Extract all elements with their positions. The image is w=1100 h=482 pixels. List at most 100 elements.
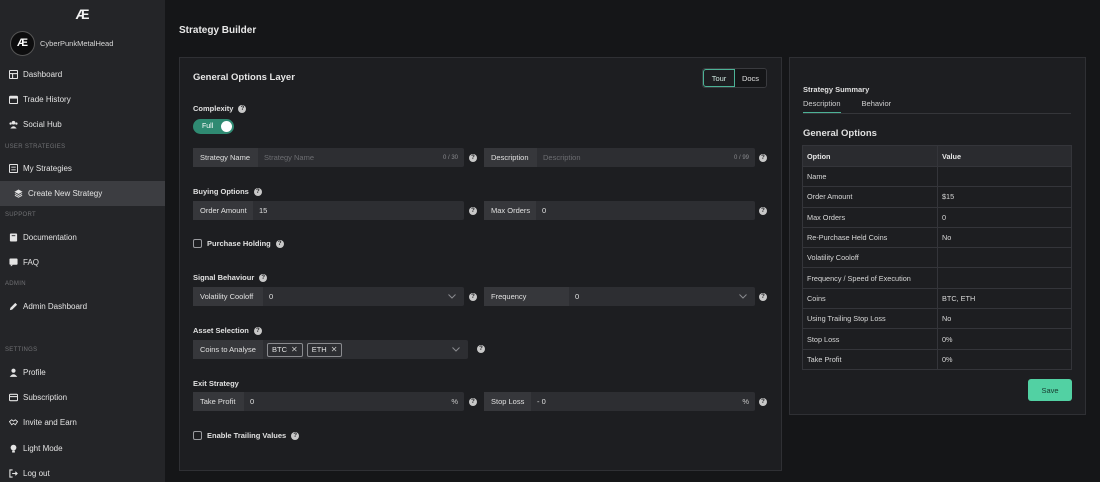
section-label-user-strategies: USER STRATEGIES bbox=[5, 144, 66, 150]
help-icon[interactable]: ? bbox=[469, 293, 477, 301]
value-cell: No bbox=[937, 226, 1072, 249]
description-label: Description bbox=[484, 148, 537, 167]
description-input[interactable] bbox=[537, 148, 734, 167]
help-icon[interactable]: ? bbox=[477, 345, 485, 353]
value-cell: 0 bbox=[937, 206, 1072, 228]
coin-tag-eth: ETH ✕ bbox=[306, 342, 343, 357]
sidebar-item-label: Documentation bbox=[23, 233, 77, 242]
buying-options-label-text: Buying Options bbox=[193, 187, 249, 196]
value-cell bbox=[937, 247, 1072, 269]
list-icon bbox=[9, 164, 18, 173]
table-row: Frequency / Speed of Execution bbox=[802, 267, 1072, 289]
complexity-toggle-value: Full bbox=[202, 123, 214, 130]
value-cell: 0% bbox=[937, 328, 1072, 350]
option-cell: Using Trailing Stop Loss bbox=[802, 308, 938, 330]
page-title: Strategy Builder bbox=[179, 25, 257, 36]
option-cell: Stop Loss bbox=[802, 328, 938, 350]
summary-title: Strategy Summary bbox=[803, 85, 870, 94]
asset-selection-label: Asset Selection ? bbox=[193, 326, 262, 335]
strategy-name-field: Strategy Name 0 / 30 bbox=[193, 148, 464, 167]
chevron-down-icon bbox=[739, 287, 755, 306]
sidebar-item-label: Subscription bbox=[23, 393, 68, 402]
table-row: Using Trailing Stop Loss No bbox=[802, 308, 1072, 330]
help-icon[interactable]: ? bbox=[759, 154, 767, 162]
tab-description[interactable]: Description bbox=[803, 99, 841, 113]
sidebar-item-label: Admin Dashboard bbox=[23, 302, 88, 311]
app-logo[interactable]: Æ bbox=[0, 6, 165, 22]
purchase-holding-checkbox[interactable] bbox=[193, 239, 202, 248]
help-icon[interactable]: ? bbox=[275, 239, 284, 248]
help-icon[interactable]: ? bbox=[759, 207, 767, 215]
remove-tag-icon[interactable]: ✕ bbox=[291, 345, 298, 354]
user-profile[interactable]: Æ CyberPunkMetalHead bbox=[10, 30, 113, 56]
sidebar-item-social-hub[interactable]: Social Hub bbox=[0, 112, 165, 137]
sidebar-item-label: Light Mode bbox=[23, 444, 63, 453]
sidebar-item-create-new-strategy[interactable]: Create New Strategy bbox=[0, 181, 165, 206]
stop-loss-input[interactable] bbox=[531, 392, 743, 411]
table-row: Max Orders 0 bbox=[802, 206, 1072, 228]
take-profit-label: Take Profit bbox=[193, 392, 244, 411]
sidebar-item-admin-dashboard[interactable]: Admin Dashboard bbox=[0, 294, 165, 319]
sidebar-item-faq[interactable]: FAQ bbox=[0, 250, 165, 275]
frequency-value: 0 bbox=[575, 292, 580, 301]
help-icon[interactable]: ? bbox=[253, 187, 262, 196]
help-icon[interactable]: ? bbox=[469, 207, 477, 215]
toggle-knob bbox=[221, 121, 232, 132]
asset-selection-label-text: Asset Selection bbox=[193, 326, 249, 335]
sidebar-item-documentation[interactable]: Documentation bbox=[0, 225, 165, 250]
option-cell: Order Amount bbox=[802, 186, 938, 208]
help-icon[interactable]: ? bbox=[759, 293, 767, 301]
volatility-cooloff-select[interactable]: Volatility Cooloff 0 bbox=[193, 287, 464, 306]
docs-button[interactable]: Docs bbox=[735, 69, 766, 87]
tour-button[interactable]: Tour bbox=[703, 69, 735, 87]
help-icon[interactable]: ? bbox=[469, 398, 477, 406]
tour-docs-button-group: Tour Docs bbox=[702, 68, 767, 88]
max-orders-input[interactable] bbox=[536, 201, 755, 220]
sidebar-item-dashboard[interactable]: Dashboard bbox=[0, 62, 165, 87]
trailing-values-checkbox[interactable] bbox=[193, 431, 202, 440]
frequency-select[interactable]: Frequency 0 bbox=[484, 287, 755, 306]
description-counter: 0 / 99 bbox=[733, 154, 749, 161]
section-label-support: SUPPORT bbox=[5, 212, 36, 218]
table-row: Coins BTC, ETH bbox=[802, 287, 1072, 310]
sidebar-item-trade-history[interactable]: Trade History bbox=[0, 87, 165, 112]
remove-tag-icon[interactable]: ✕ bbox=[331, 345, 338, 354]
sidebar-item-log-out[interactable]: Log out bbox=[0, 461, 165, 482]
complexity-label: Complexity ? bbox=[193, 104, 247, 113]
table-row: Volatility Cooloff bbox=[802, 247, 1072, 269]
help-icon[interactable]: ? bbox=[253, 326, 262, 335]
help-icon[interactable]: ? bbox=[259, 273, 268, 282]
strategy-name-input[interactable] bbox=[258, 148, 443, 167]
summary-table: Option Value Name Order Amount $15 Max Or… bbox=[802, 145, 1072, 370]
buying-options-label: Buying Options ? bbox=[193, 187, 262, 196]
help-icon[interactable]: ? bbox=[469, 154, 477, 162]
max-orders-field: Max Orders bbox=[484, 201, 755, 220]
stop-loss-label: Stop Loss bbox=[484, 392, 531, 411]
section-label-admin: ADMIN bbox=[5, 281, 26, 287]
help-icon[interactable]: ? bbox=[238, 104, 247, 113]
complexity-toggle[interactable]: Full bbox=[193, 119, 234, 134]
tab-behavior[interactable]: Behavior bbox=[862, 99, 892, 113]
option-cell: Name bbox=[802, 165, 938, 188]
sidebar-item-label: My Strategies bbox=[23, 164, 72, 173]
layers-icon bbox=[14, 189, 23, 198]
save-button[interactable]: Save bbox=[1028, 379, 1072, 401]
sidebar-item-profile[interactable]: Profile bbox=[0, 360, 165, 385]
sidebar-item-subscription[interactable]: Subscription bbox=[0, 385, 165, 410]
volatility-cooloff-label: Volatility Cooloff bbox=[193, 287, 263, 306]
take-profit-input[interactable] bbox=[244, 392, 452, 411]
sidebar-item-invite-and-earn[interactable]: Invite and Earn bbox=[0, 410, 165, 435]
user-icon bbox=[9, 368, 18, 377]
sidebar-item-my-strategies[interactable]: My Strategies bbox=[0, 156, 165, 181]
sidebar-item-light-mode[interactable]: Light Mode bbox=[0, 436, 165, 461]
help-icon[interactable]: ? bbox=[759, 398, 767, 406]
layer-title: General Options Layer bbox=[193, 72, 295, 83]
dashboard-icon bbox=[9, 70, 18, 79]
volatility-cooloff-value: 0 bbox=[269, 292, 274, 301]
help-icon[interactable]: ? bbox=[291, 431, 300, 440]
option-cell: Frequency / Speed of Execution bbox=[802, 267, 938, 289]
coins-multiselect[interactable]: Coins to Analyse BTC ✕ ETH ✕ bbox=[193, 340, 468, 359]
order-amount-input[interactable] bbox=[253, 201, 464, 220]
sidebar-item-label: Dashboard bbox=[23, 70, 63, 79]
purchase-holding-row: Purchase Holding ? bbox=[193, 239, 284, 248]
